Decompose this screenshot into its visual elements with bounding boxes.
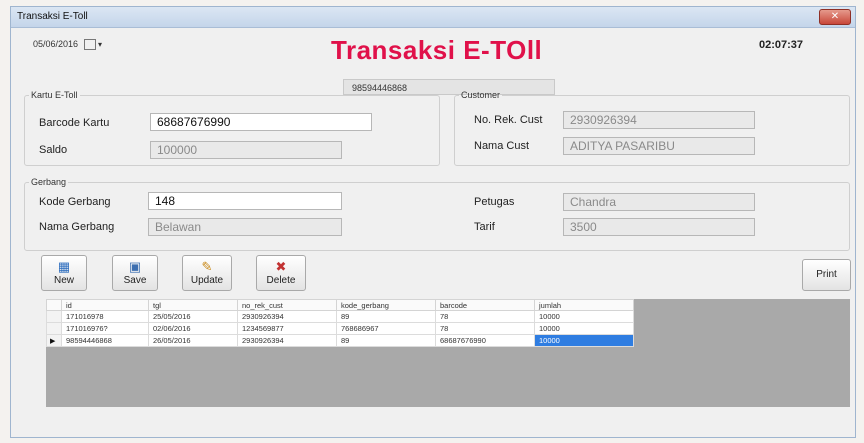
page-title: Transaksi E-TOll — [331, 35, 543, 65]
column-header-barcode[interactable]: barcode — [435, 299, 535, 311]
new-button[interactable]: ▦ New — [41, 255, 87, 291]
cell-no-rek-cust[interactable]: 1234569877 — [237, 322, 337, 335]
new-button-label: New — [53, 275, 74, 286]
tarif-label: Tarif — [474, 221, 495, 233]
kode-gerbang-label: Kode Gerbang — [39, 196, 111, 208]
save-button-label: Save — [123, 275, 147, 286]
app-window: Transaksi E-Toll ✕ 05/06/2016 ▾ Transaksi… — [10, 6, 856, 438]
no-rek-cust-label: No. Rek. Cust — [474, 114, 543, 126]
group-customer-legend: Customer — [461, 90, 501, 100]
cell-id[interactable]: 171016976? — [61, 322, 149, 335]
barcode-kartu-input[interactable]: 68687676990 — [150, 113, 372, 131]
cell-no-rek-cust[interactable]: 2930926394 — [237, 310, 337, 323]
group-kartu-legend: Kartu E-Toll — [31, 90, 78, 100]
petugas-field: Chandra — [563, 193, 755, 211]
transactions-grid[interactable]: id tgl no_rek_cust kode_gerbang barcode … — [46, 299, 850, 407]
column-header-kode-gerbang[interactable]: kode_gerbang — [336, 299, 436, 311]
update-button[interactable]: ✎ Update — [182, 255, 232, 291]
petugas-label: Petugas — [474, 196, 515, 208]
cell-kode-gerbang[interactable]: 89 — [336, 334, 436, 347]
cell-id[interactable]: 171016978 — [61, 310, 149, 323]
update-button-label: Update — [190, 275, 224, 286]
cell-jumlah[interactable]: 10000 — [534, 322, 634, 335]
cell-no-rek-cust[interactable]: 2930926394 — [237, 334, 337, 347]
kode-gerbang-input[interactable]: 148 — [148, 192, 342, 210]
cell-barcode[interactable]: 78 — [435, 310, 535, 323]
new-record-icon: ▦ — [57, 259, 71, 274]
nama-cust-field: ADITYA PASARIBU — [563, 137, 755, 155]
cell-kode-gerbang[interactable]: 89 — [336, 310, 436, 323]
row-header[interactable] — [46, 322, 62, 335]
clock-display: 02:07:37 — [759, 39, 804, 51]
transactions-table: id tgl no_rek_cust kode_gerbang barcode … — [46, 299, 634, 347]
calendar-icon[interactable] — [84, 39, 97, 51]
floppy-disk-icon: ▣ — [128, 259, 142, 274]
cell-jumlah-selected[interactable]: 10000 — [534, 334, 634, 347]
nama-gerbang-field: Belawan — [148, 218, 342, 236]
close-button[interactable]: ✕ — [819, 9, 851, 25]
nama-gerbang-label: Nama Gerbang — [39, 221, 115, 233]
table-row[interactable]: ▶ 98594446868 26/05/2016 2930926394 89 6… — [46, 334, 634, 347]
table-header-row: id tgl no_rek_cust kode_gerbang barcode … — [46, 299, 634, 311]
current-row-marker[interactable]: ▶ — [46, 334, 62, 347]
cell-kode-gerbang[interactable]: 768686967 — [336, 322, 436, 335]
table-row[interactable]: 171016976? 02/06/2016 1234569877 7686869… — [46, 322, 634, 335]
group-gerbang-legend: Gerbang — [31, 177, 67, 187]
date-picker[interactable]: 05/06/2016 ▾ — [33, 39, 102, 53]
column-header-id[interactable]: id — [61, 299, 149, 311]
cell-tgl[interactable]: 26/05/2016 — [148, 334, 238, 347]
date-value: 05/06/2016 — [33, 39, 79, 49]
saldo-field: 100000 — [150, 141, 342, 159]
cell-barcode[interactable]: 68687676990 — [435, 334, 535, 347]
cell-tgl[interactable]: 02/06/2016 — [148, 322, 238, 335]
cell-barcode[interactable]: 78 — [435, 322, 535, 335]
column-header-no-rek-cust[interactable]: no_rek_cust — [237, 299, 337, 311]
delete-icon: ✖ — [275, 259, 287, 274]
column-header-tgl[interactable]: tgl — [148, 299, 238, 311]
pencil-icon: ✎ — [201, 259, 213, 274]
column-header-jumlah[interactable]: jumlah — [534, 299, 634, 311]
nama-cust-label: Nama Cust — [474, 140, 530, 152]
print-button[interactable]: Print — [802, 259, 851, 291]
chevron-down-icon[interactable]: ▾ — [98, 40, 102, 49]
title-bar: Transaksi E-Toll ✕ — [11, 7, 855, 28]
barcode-kartu-label: Barcode Kartu — [39, 117, 110, 129]
cell-jumlah[interactable]: 10000 — [534, 310, 634, 323]
row-header-corner — [46, 299, 62, 311]
saldo-label: Saldo — [39, 144, 68, 156]
save-button[interactable]: ▣ Save — [112, 255, 158, 291]
row-header[interactable] — [46, 310, 62, 323]
delete-button-label: Delete — [266, 275, 296, 286]
delete-button[interactable]: ✖ Delete — [256, 255, 306, 291]
cell-id[interactable]: 98594446868 — [61, 334, 149, 347]
cell-tgl[interactable]: 25/05/2016 — [148, 310, 238, 323]
no-rek-cust-field: 2930926394 — [563, 111, 755, 129]
table-row[interactable]: 171016978 25/05/2016 2930926394 89 78 10… — [46, 310, 634, 323]
group-gerbang: Gerbang — [24, 177, 850, 251]
window-title: Transaksi E-Toll — [17, 11, 88, 22]
tarif-field: 3500 — [563, 218, 755, 236]
